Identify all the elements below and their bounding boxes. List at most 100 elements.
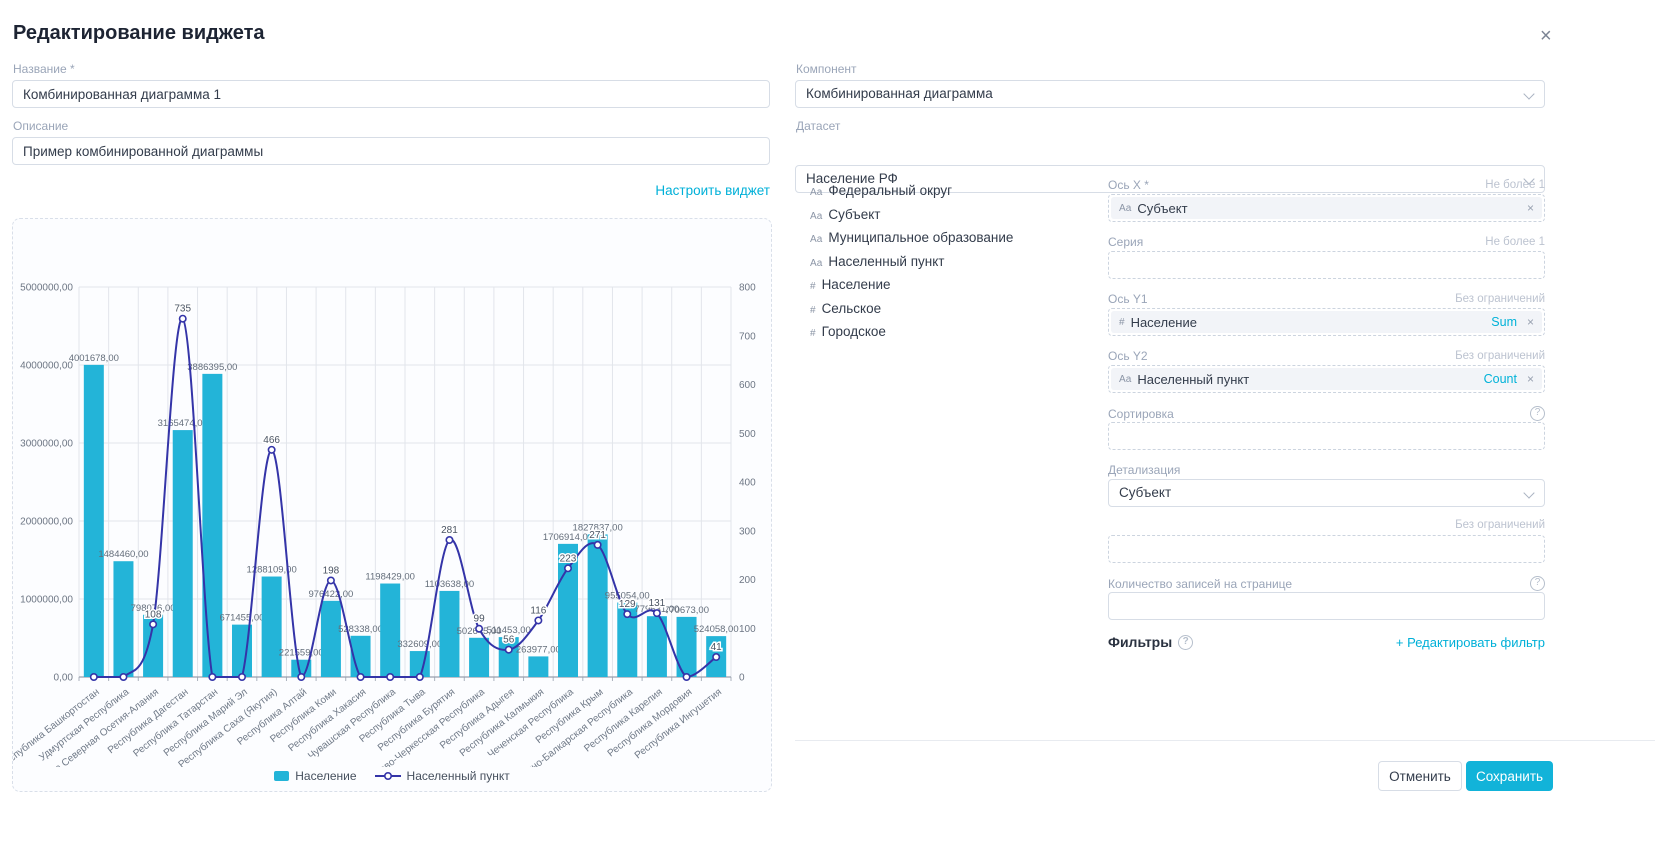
dataset-field-label: Сельское <box>822 301 882 316</box>
page-size-input[interactable] <box>1108 592 1545 620</box>
bar[interactable] <box>84 365 104 677</box>
dataset-field[interactable]: #Городское <box>810 324 1090 348</box>
save-button[interactable]: Сохранить <box>1466 761 1553 791</box>
line-point[interactable] <box>120 674 126 680</box>
axis-y2-chip[interactable]: Аа Населенный пункт Count × <box>1111 368 1542 390</box>
remove-icon[interactable]: × <box>1527 372 1534 386</box>
line-point[interactable] <box>476 626 482 632</box>
line-point[interactable] <box>239 674 245 680</box>
description-input[interactable] <box>12 137 770 165</box>
footer-divider <box>795 740 1655 741</box>
dataset-field[interactable]: АаНаселенный пункт <box>810 254 1090 278</box>
legend-item-bar[interactable]: Население <box>274 769 356 783</box>
bar[interactable] <box>469 638 489 677</box>
line-point[interactable] <box>91 674 97 680</box>
name-input[interactable] <box>12 80 770 108</box>
field-type-text-icon: Аа <box>810 187 822 198</box>
line-point[interactable] <box>594 542 600 548</box>
bar[interactable] <box>113 561 133 677</box>
field-type-text-icon: Аа <box>810 211 822 222</box>
aggregation-badge[interactable]: Sum <box>1491 315 1517 329</box>
bar-value-label: 528338,00 <box>338 624 383 635</box>
axis-y1-chip[interactable]: # Население Sum × <box>1111 311 1542 333</box>
detail-select[interactable]: Субъект <box>1108 479 1545 507</box>
line-point[interactable] <box>683 674 689 680</box>
bar[interactable] <box>321 601 341 677</box>
line-value-label: 99 <box>474 614 486 625</box>
extra-limit: Без ограничений <box>1455 519 1545 531</box>
help-icon[interactable]: ? <box>1178 635 1193 650</box>
axis-y2-label: Ось Y2 <box>1108 349 1148 363</box>
aggregation-badge[interactable]: Count <box>1484 372 1517 386</box>
dataset-field[interactable]: #Сельское <box>810 301 1090 325</box>
line-point[interactable] <box>268 447 274 453</box>
line-point[interactable] <box>150 621 156 627</box>
bar-value-label: 671455,00 <box>220 613 265 624</box>
field-type-text-icon: Аа <box>810 258 822 269</box>
bar[interactable] <box>380 584 400 677</box>
line-point[interactable] <box>209 674 215 680</box>
axis-x-dropzone[interactable]: Аа Субъект × <box>1108 194 1545 222</box>
remove-icon[interactable]: × <box>1527 201 1534 215</box>
line-point[interactable] <box>298 674 304 680</box>
bar-value-label: 524058,00 <box>694 624 739 635</box>
axis-x-label: Ось X * <box>1108 178 1149 192</box>
bar-value-label: 221559,00 <box>279 648 324 659</box>
line-value-label: 41 <box>711 642 723 653</box>
dataset-field[interactable]: АаСубъект <box>810 207 1090 231</box>
line-point[interactable] <box>357 674 363 680</box>
line-point[interactable] <box>713 654 719 660</box>
line-point[interactable] <box>328 577 334 583</box>
line-point[interactable] <box>506 647 512 653</box>
axis-x-chip[interactable]: Аа Субъект × <box>1111 197 1542 219</box>
chart-legend: Население Населенный пункт <box>13 769 771 783</box>
detail-label: Детализация <box>1108 463 1180 477</box>
line-point[interactable] <box>565 565 571 571</box>
dataset-field[interactable]: #Население <box>810 277 1090 301</box>
remove-icon[interactable]: × <box>1527 315 1534 329</box>
cancel-button[interactable]: Отменить <box>1378 761 1462 791</box>
line-point[interactable] <box>654 610 660 616</box>
line-point[interactable] <box>624 611 630 617</box>
bar[interactable] <box>528 656 548 677</box>
axis-y2-dropzone[interactable]: Аа Населенный пункт Count × <box>1108 365 1545 393</box>
dataset-field-label: Население <box>822 277 891 292</box>
page-size-label: Количество записей на странице <box>1108 577 1292 591</box>
bar[interactable] <box>173 430 193 677</box>
sorting-dropzone[interactable] <box>1108 422 1545 450</box>
close-icon[interactable]: × <box>1540 26 1552 46</box>
line-point[interactable] <box>387 674 393 680</box>
bar[interactable] <box>202 374 222 677</box>
line-point[interactable] <box>417 674 423 680</box>
line-point[interactable] <box>180 315 186 321</box>
bar[interactable] <box>262 577 282 677</box>
detail-value: Субъект <box>1119 485 1171 500</box>
filters-label: Фильтры ? <box>1108 634 1193 650</box>
axis-y1-dropzone[interactable]: # Население Sum × <box>1108 308 1545 336</box>
chevron-down-icon <box>1523 487 1534 498</box>
line-point[interactable] <box>535 617 541 623</box>
legend-item-line[interactable]: Населенный пункт <box>375 769 510 783</box>
dataset-field[interactable]: АаМуниципальное образование <box>810 230 1090 254</box>
chevron-down-icon <box>1523 88 1534 99</box>
dataset-field[interactable]: АаФедеральный округ <box>810 183 1090 207</box>
svg-text:1000000,00: 1000000,00 <box>20 595 73 606</box>
dataset-field-label: Городское <box>822 324 886 339</box>
line-value-label: 735 <box>174 304 191 315</box>
svg-text:300: 300 <box>739 526 756 537</box>
edit-filter-link[interactable]: + Редактировать фильтр <box>1396 635 1545 650</box>
help-icon[interactable]: ? <box>1530 406 1545 421</box>
svg-text:400: 400 <box>739 478 756 489</box>
svg-text:4000000,00: 4000000,00 <box>20 361 73 372</box>
series-dropzone[interactable] <box>1108 251 1545 279</box>
line-point[interactable] <box>446 537 452 543</box>
chart-preview-card: 0,001000000,002000000,003000000,00400000… <box>12 218 772 792</box>
line-value-label: 281 <box>441 525 458 536</box>
svg-text:2000000,00: 2000000,00 <box>20 517 73 528</box>
help-icon[interactable]: ? <box>1530 576 1545 591</box>
extra-dropzone[interactable] <box>1108 535 1545 563</box>
axis-y2-limit: Без ограничений <box>1455 350 1545 362</box>
component-select[interactable]: Комбинированная диаграмма <box>795 80 1545 108</box>
configure-widget-link[interactable]: Настроить виджет <box>12 183 770 198</box>
bar-value-label: 976422,00 <box>308 589 353 600</box>
